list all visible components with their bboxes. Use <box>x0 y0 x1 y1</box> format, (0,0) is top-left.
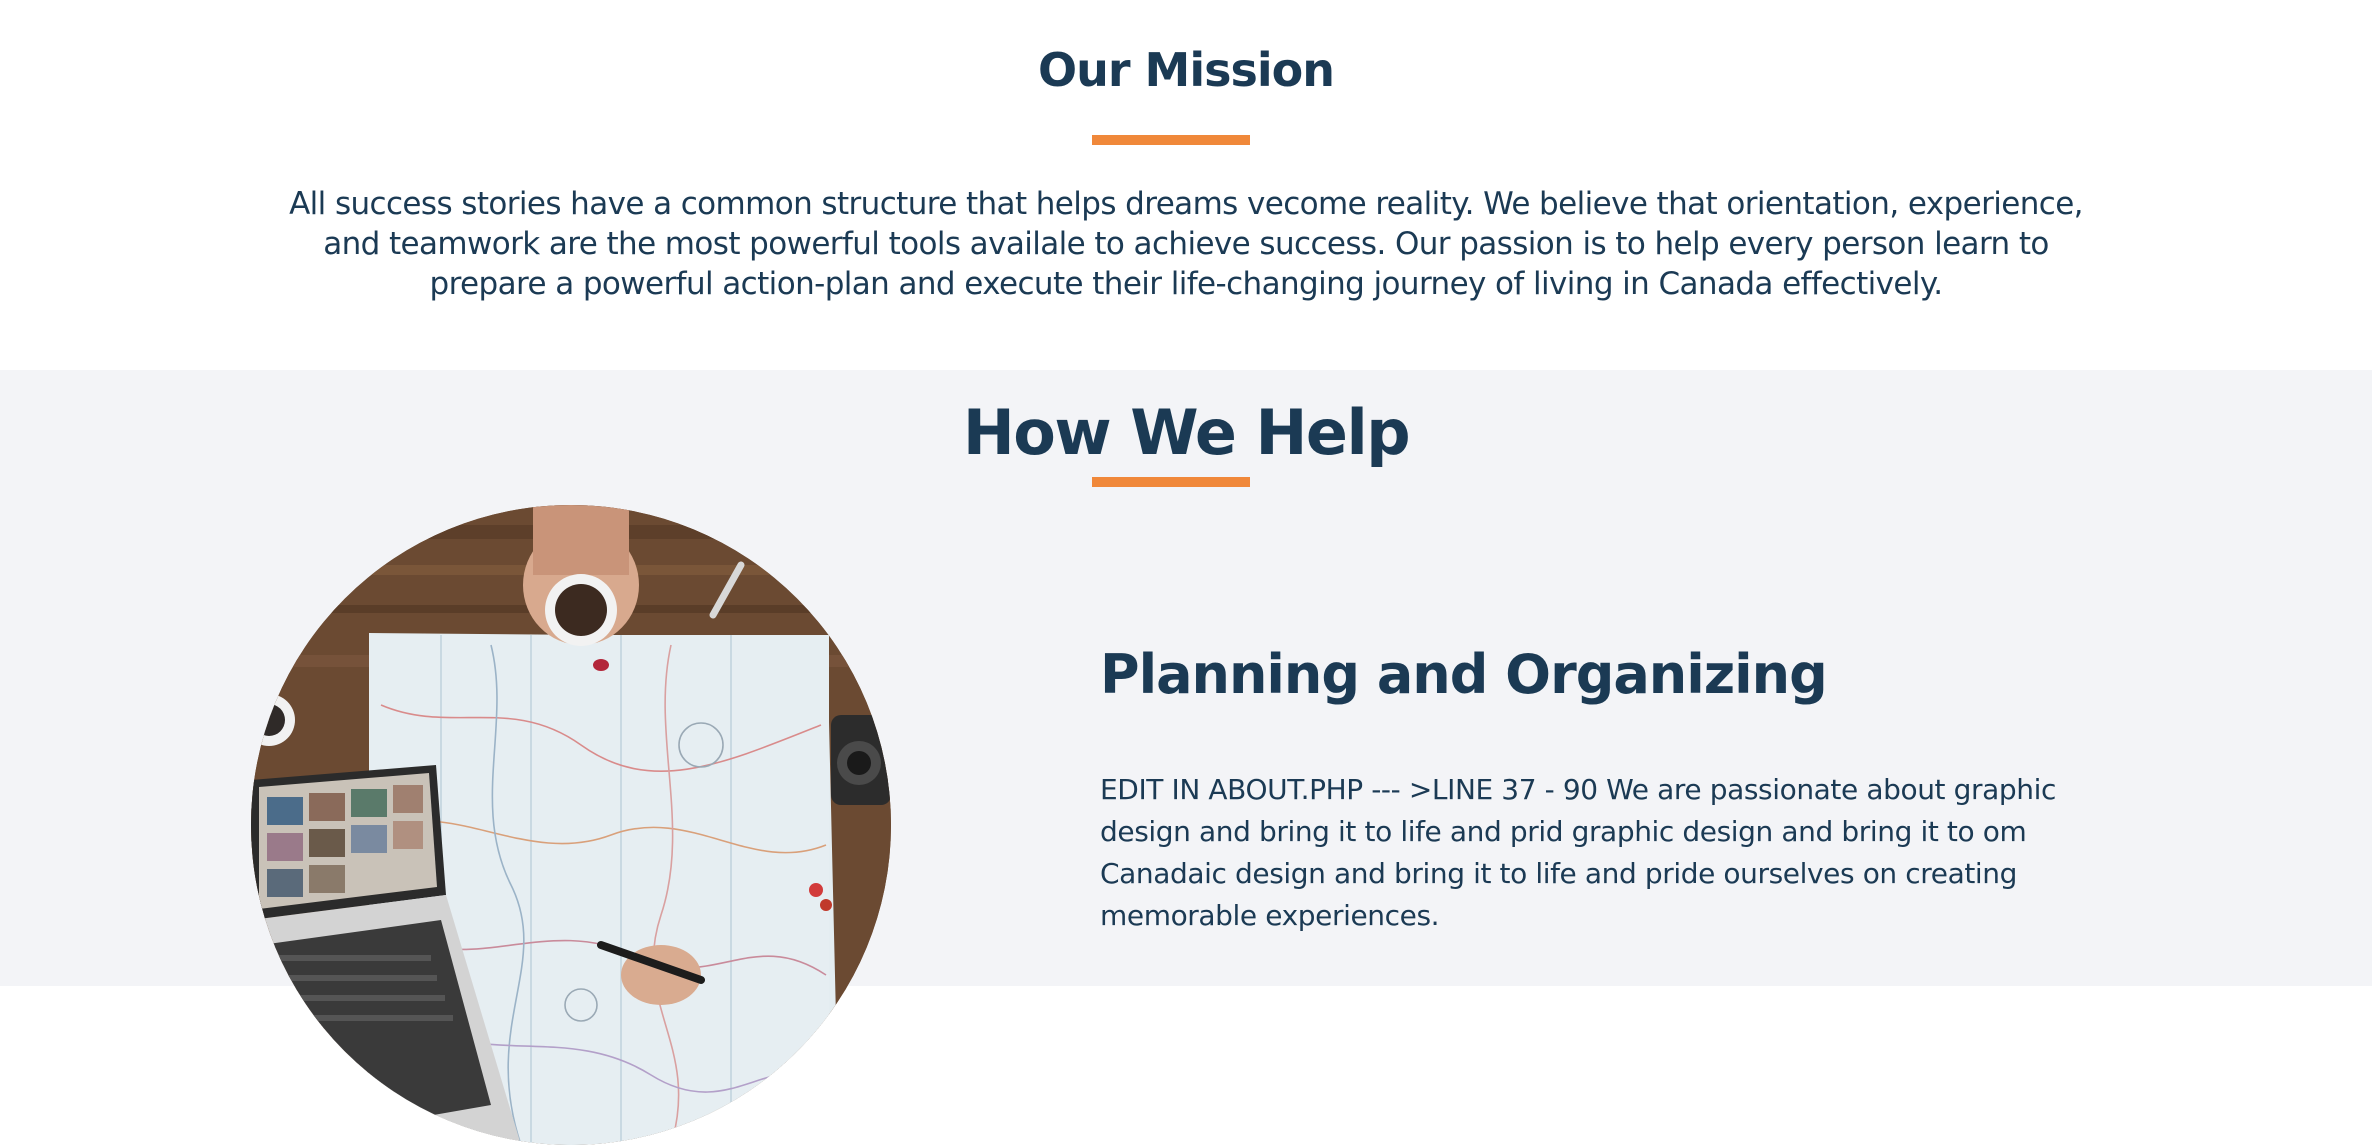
help-title: How We Help <box>962 396 1411 469</box>
mission-text: All success stories have a common struct… <box>289 186 2083 302</box>
mission-title-underline <box>1092 135 1250 145</box>
mission-section: Our Mission All success stories have a c… <box>0 0 2372 370</box>
planning-photo <box>251 505 891 1145</box>
mission-title: Our Mission <box>1038 43 1335 97</box>
feature-title: Planning and Organizing <box>1100 643 1828 706</box>
how-we-help-section: How We Help Planning and Organizing EDIT… <box>0 370 2372 1145</box>
help-title-underline <box>1092 477 1250 487</box>
feature-text: EDIT IN ABOUT.PHP --- >LINE 37 - 90 We a… <box>1100 773 2056 932</box>
